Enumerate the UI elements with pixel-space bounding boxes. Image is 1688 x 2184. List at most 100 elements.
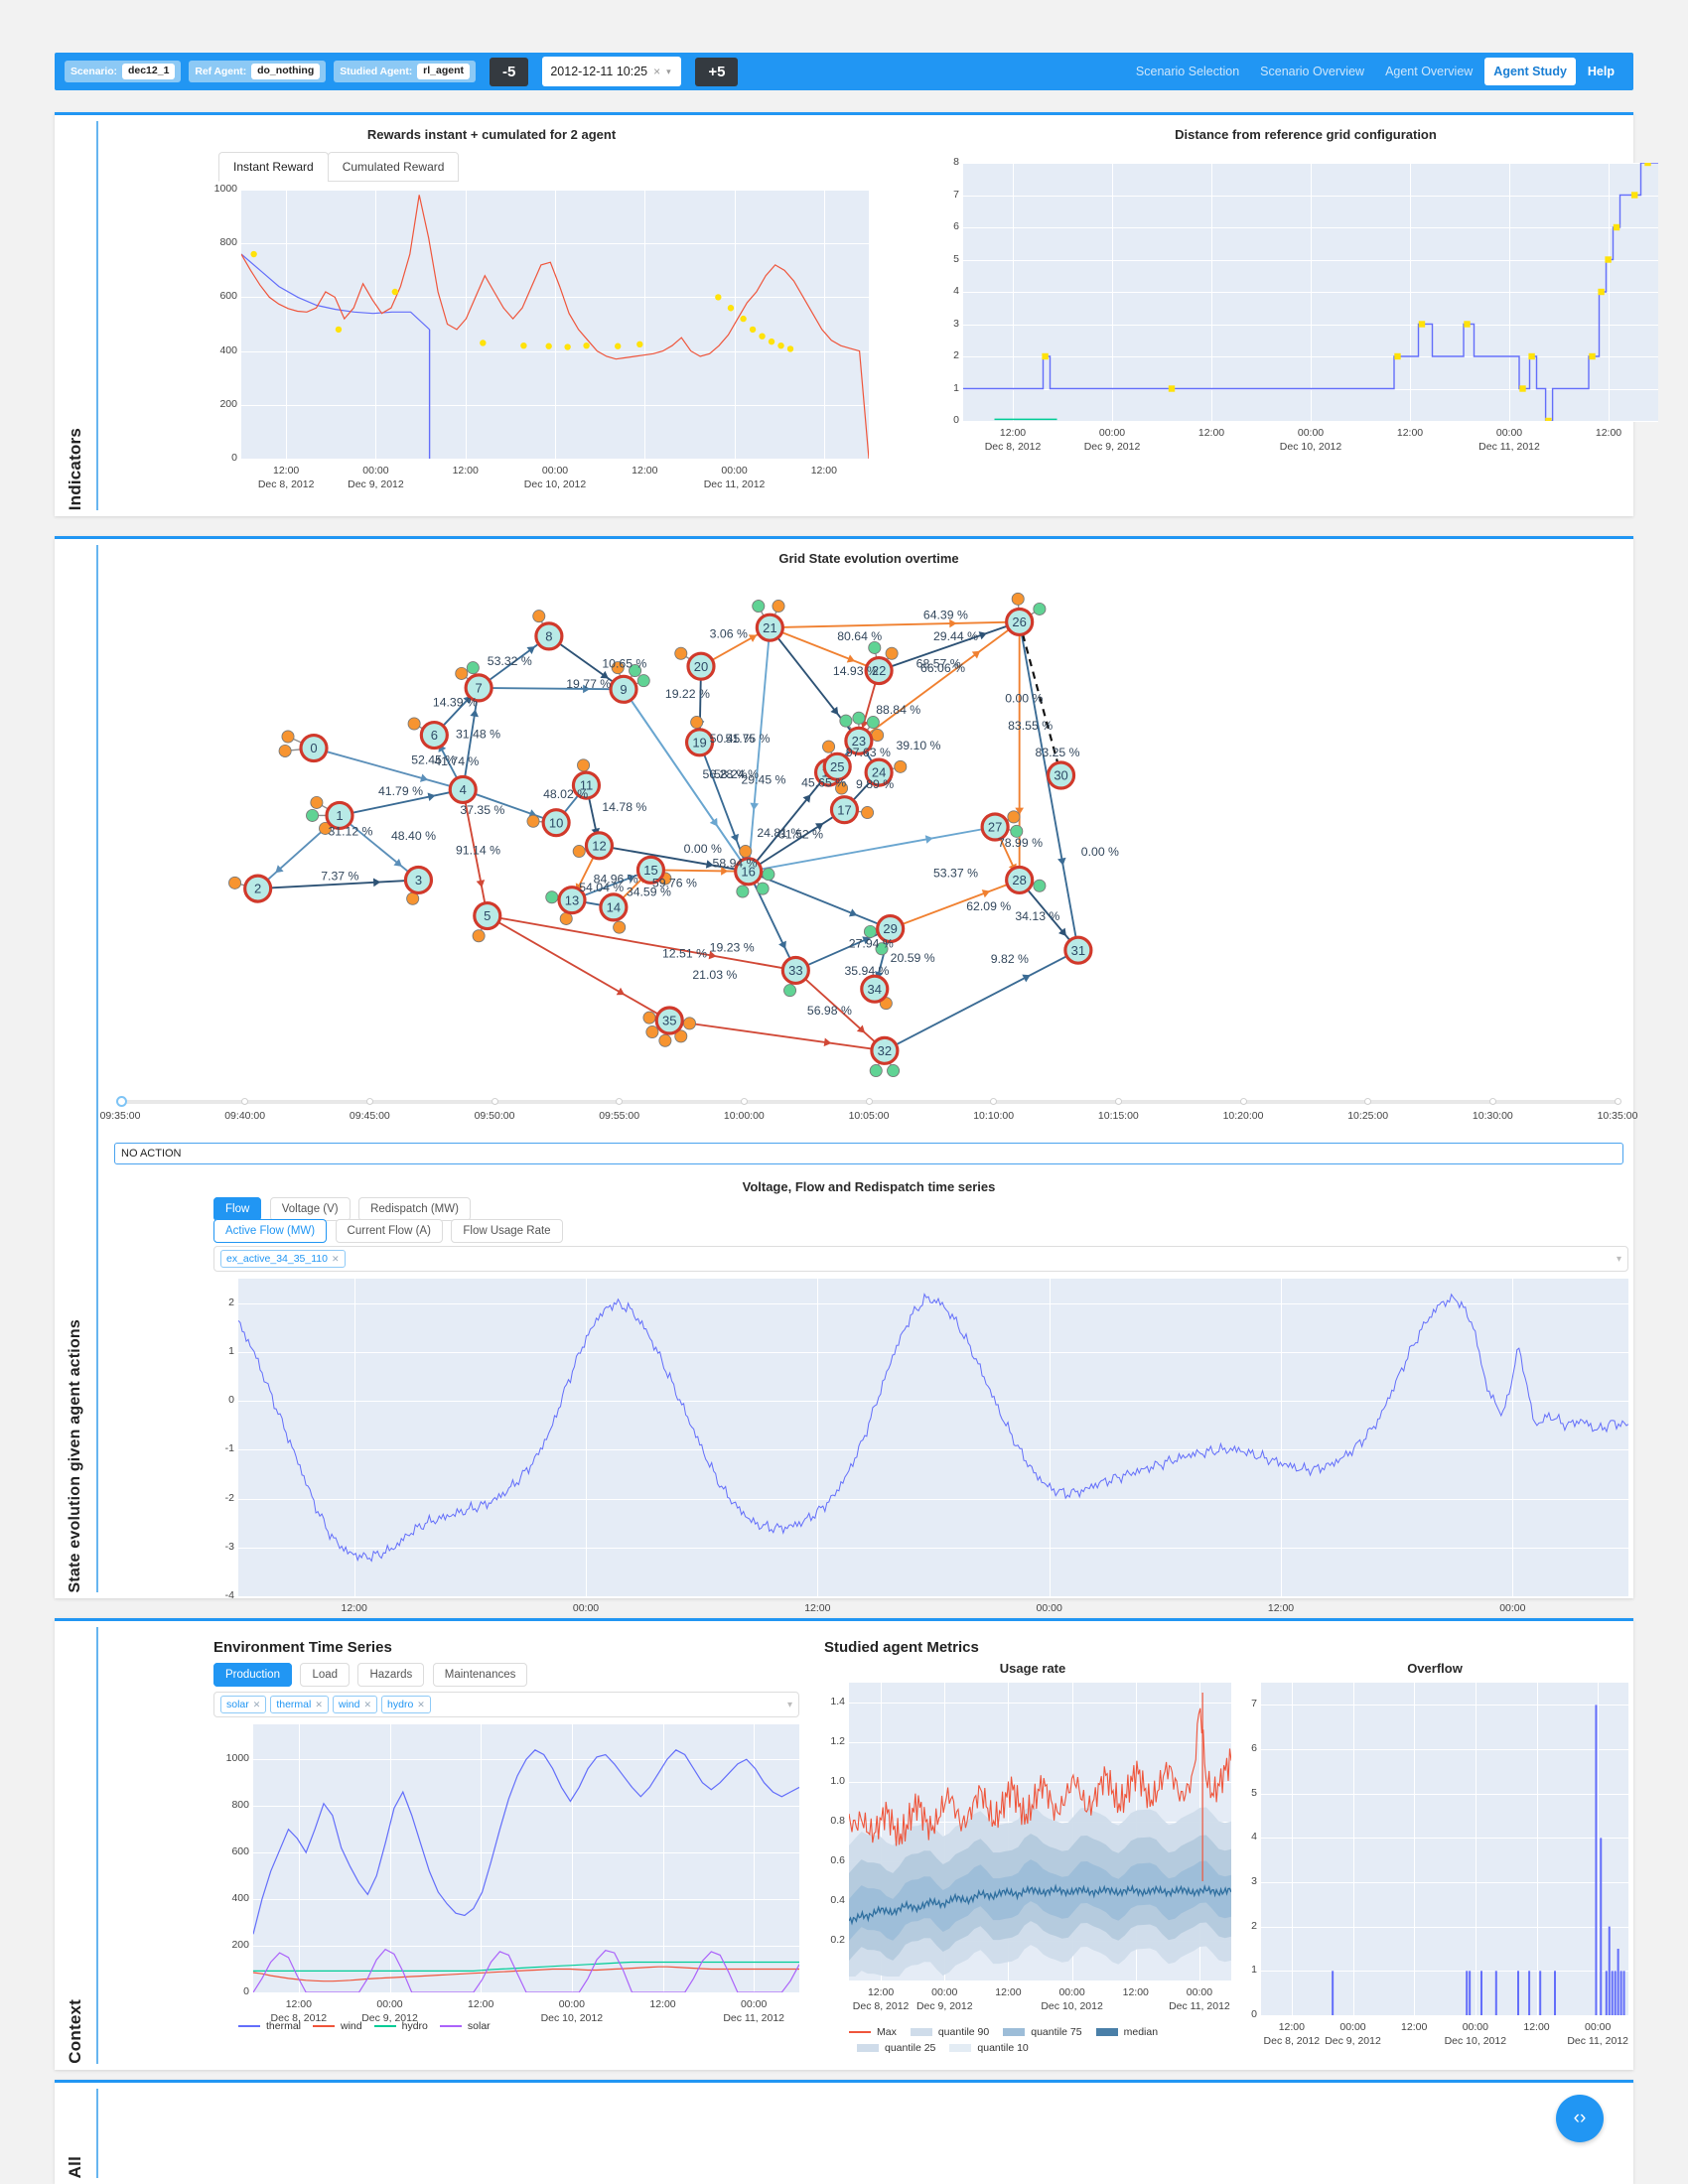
nav-link-agent-study[interactable]: Agent Study — [1484, 58, 1576, 85]
timeline-slider[interactable]: 09:35:00 09:40:00 09:45:00 09:50:00 09:55:00… — [100, 1090, 1637, 1150]
generator-node[interactable] — [406, 891, 420, 905]
generator-node[interactable] — [228, 876, 242, 889]
generator-node[interactable] — [455, 666, 469, 680]
tab-instant-reward[interactable]: Instant Reward — [218, 152, 329, 182]
nav-link-scenario-selection[interactable]: Scenario Selection — [1127, 58, 1248, 85]
grid-line-edge[interactable] — [650, 869, 749, 873]
tab-flow[interactable]: Flow — [213, 1197, 262, 1221]
remove-tag-icon[interactable]: ✕ — [363, 1700, 371, 1710]
generator-node[interactable] — [645, 1025, 659, 1039]
generator-node[interactable] — [822, 740, 836, 753]
generator-node[interactable] — [682, 1017, 696, 1030]
generator-node[interactable] — [674, 646, 688, 660]
generator-node[interactable] — [1011, 592, 1025, 606]
load-node[interactable] — [466, 661, 480, 675]
generator-node[interactable] — [278, 744, 292, 757]
scenario-chip[interactable]: Scenario: dec12_1 — [65, 61, 182, 82]
generator-node[interactable] — [871, 729, 885, 743]
generator-node[interactable] — [526, 814, 540, 828]
series-tag-ex-active-34-35-110[interactable]: ex_active_34_35_110 ✕ — [220, 1250, 346, 1268]
grid-line-edge[interactable] — [884, 949, 1079, 1052]
slider-handle[interactable] — [116, 1096, 127, 1107]
grid-line-edge[interactable] — [747, 871, 797, 971]
load-node[interactable] — [1033, 602, 1047, 615]
generator-node[interactable] — [772, 600, 785, 614]
tab-redispatch[interactable]: Redispatch (MW) — [358, 1197, 471, 1221]
chevron-down-icon[interactable]: ▾ — [1617, 1254, 1621, 1265]
production-series-selector[interactable]: solar ✕ thermal ✕ wind ✕ hydro ✕ ▾ — [213, 1692, 799, 1717]
slider-tick[interactable] — [491, 1098, 498, 1105]
load-node[interactable] — [869, 1064, 883, 1078]
series-tag-wind[interactable]: wind ✕ — [332, 1696, 378, 1713]
step-back-button[interactable]: -5 — [490, 57, 529, 86]
navigation-fab-button[interactable]: ‹› — [1556, 2095, 1604, 2142]
step-forward-button[interactable]: +5 — [695, 57, 739, 86]
tab-maintenances[interactable]: Maintenances — [432, 1663, 528, 1687]
generator-node[interactable] — [613, 920, 627, 934]
slider-tick[interactable] — [1239, 1098, 1247, 1105]
load-node[interactable] — [736, 885, 750, 898]
slider-tick[interactable] — [865, 1098, 873, 1105]
grid-network-graph[interactable]: 0123456789101112131415161718192021222324… — [109, 569, 1628, 1085]
generator-node[interactable] — [861, 806, 875, 820]
generator-node[interactable] — [472, 929, 486, 943]
generator-node[interactable] — [642, 1011, 656, 1024]
load-node[interactable] — [839, 714, 853, 728]
series-selector[interactable]: ex_active_34_35_110 ✕ ▾ — [213, 1246, 1628, 1272]
studied-agent-chip[interactable]: Studied Agent: rl_agent — [334, 61, 476, 82]
remove-tag-icon[interactable]: ✕ — [253, 1700, 261, 1710]
action-display[interactable]: NO ACTION — [114, 1143, 1623, 1164]
remove-tag-icon[interactable]: ✕ — [315, 1700, 323, 1710]
load-node[interactable] — [1033, 879, 1047, 892]
generator-node[interactable] — [894, 759, 908, 773]
tab-active-flow[interactable]: Active Flow (MW) — [213, 1219, 328, 1243]
remove-tag-icon[interactable]: ✕ — [332, 1254, 340, 1265]
tab-production[interactable]: Production — [213, 1663, 292, 1687]
generator-node[interactable] — [572, 845, 586, 859]
close-icon[interactable]: × — [653, 65, 660, 78]
slider-tick[interactable] — [1488, 1098, 1496, 1105]
series-tag-thermal[interactable]: thermal ✕ — [270, 1696, 329, 1713]
grid-line-edge[interactable] — [770, 620, 1020, 629]
generator-node[interactable] — [281, 730, 295, 744]
generator-node[interactable] — [532, 610, 546, 623]
chevron-down-icon[interactable]: ▾ — [666, 67, 671, 77]
generator-node[interactable] — [559, 911, 573, 925]
slider-tick[interactable] — [740, 1098, 748, 1105]
load-node[interactable] — [752, 600, 766, 614]
load-node[interactable] — [636, 674, 650, 688]
nav-link-scenario-overview[interactable]: Scenario Overview — [1251, 58, 1373, 85]
slider-tick[interactable] — [365, 1098, 373, 1105]
tab-load[interactable]: Load — [300, 1663, 351, 1687]
chevron-down-icon[interactable]: ▾ — [787, 1700, 792, 1710]
slider-tick[interactable] — [1614, 1098, 1621, 1105]
nav-link-help[interactable]: Help — [1579, 58, 1623, 85]
load-node[interactable] — [545, 890, 559, 904]
load-node[interactable] — [783, 984, 797, 998]
generator-node[interactable] — [577, 758, 591, 772]
tab-cumulated-reward[interactable]: Cumulated Reward — [327, 152, 460, 182]
timestamp-select[interactable]: 2012-12-11 10:25 × ▾ — [542, 57, 682, 86]
ref-agent-chip[interactable]: Ref Agent: do_nothing — [189, 61, 327, 82]
generator-node[interactable] — [407, 717, 421, 731]
generator-node[interactable] — [885, 646, 899, 660]
load-node[interactable] — [756, 882, 770, 895]
tab-current-flow[interactable]: Current Flow (A) — [335, 1219, 443, 1243]
load-node[interactable] — [866, 716, 880, 730]
series-tag-solar[interactable]: solar ✕ — [220, 1696, 267, 1713]
generator-node[interactable] — [658, 1033, 672, 1047]
tab-flow-usage-rate[interactable]: Flow Usage Rate — [451, 1219, 563, 1243]
generator-node[interactable] — [310, 795, 324, 809]
load-node[interactable] — [762, 868, 775, 882]
tab-hazards[interactable]: Hazards — [357, 1663, 425, 1687]
generator-node[interactable] — [1007, 810, 1021, 824]
generator-node[interactable] — [690, 716, 704, 730]
load-node[interactable] — [887, 1064, 901, 1078]
remove-tag-icon[interactable]: ✕ — [417, 1700, 425, 1710]
series-tag-hydro[interactable]: hydro ✕ — [381, 1696, 431, 1713]
load-node[interactable] — [852, 711, 866, 725]
load-node[interactable] — [306, 808, 320, 822]
nav-link-agent-overview[interactable]: Agent Overview — [1376, 58, 1481, 85]
slider-tick[interactable] — [1114, 1098, 1122, 1105]
tab-voltage[interactable]: Voltage (V) — [269, 1197, 351, 1221]
